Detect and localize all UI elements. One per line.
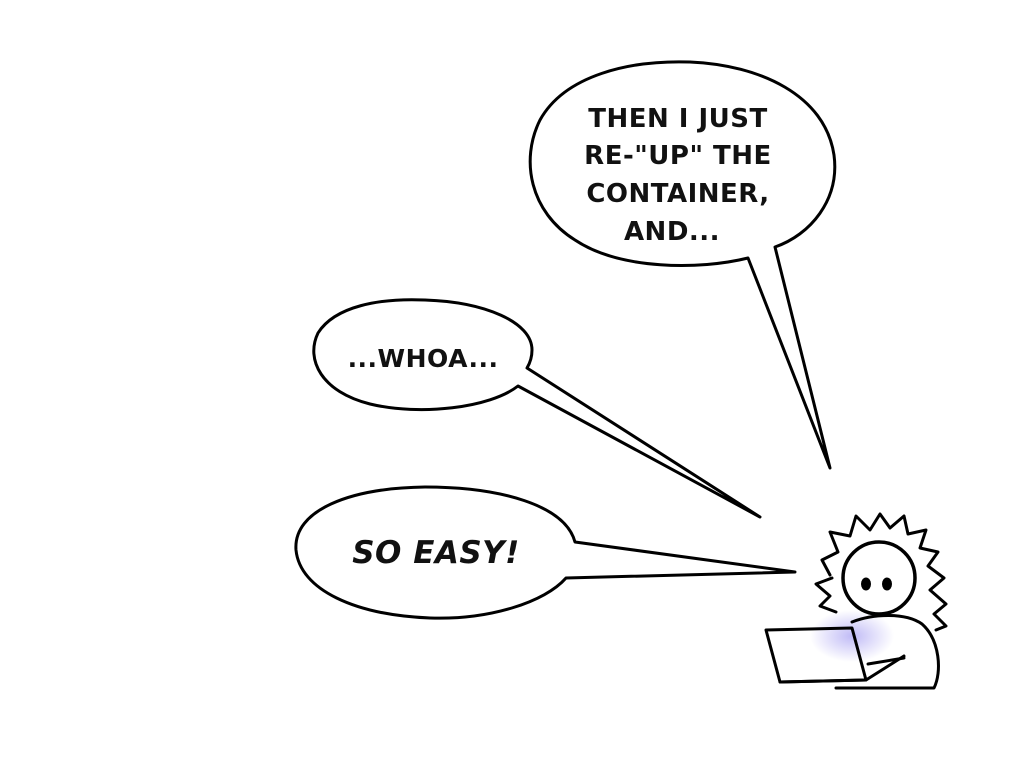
stick-figure-with-laptop-icon [764,512,948,690]
speech-bubble-bottom: SO EASY! [294,485,797,620]
hair-back-icon [814,576,838,614]
screen-glow [810,610,894,662]
right-eye-icon [882,577,892,591]
top-bubble-line-2: RE-"UP" THE [584,141,772,171]
left-eye-icon [861,577,871,591]
comic-panel: THEN I JUST RE-"UP" THE CONTAINER, AND..… [294,60,948,690]
head-icon [841,540,917,616]
speech-bubble-middle: ...WHOA... [312,298,762,519]
top-bubble-line-1: THEN I JUST [588,104,768,134]
top-bubble-line-4: AND... [624,217,720,247]
top-bubble-line-3: CONTAINER, [586,179,769,209]
middle-bubble-text: ...WHOA... [348,344,499,373]
bottom-bubble-text: SO EASY! [352,535,520,571]
